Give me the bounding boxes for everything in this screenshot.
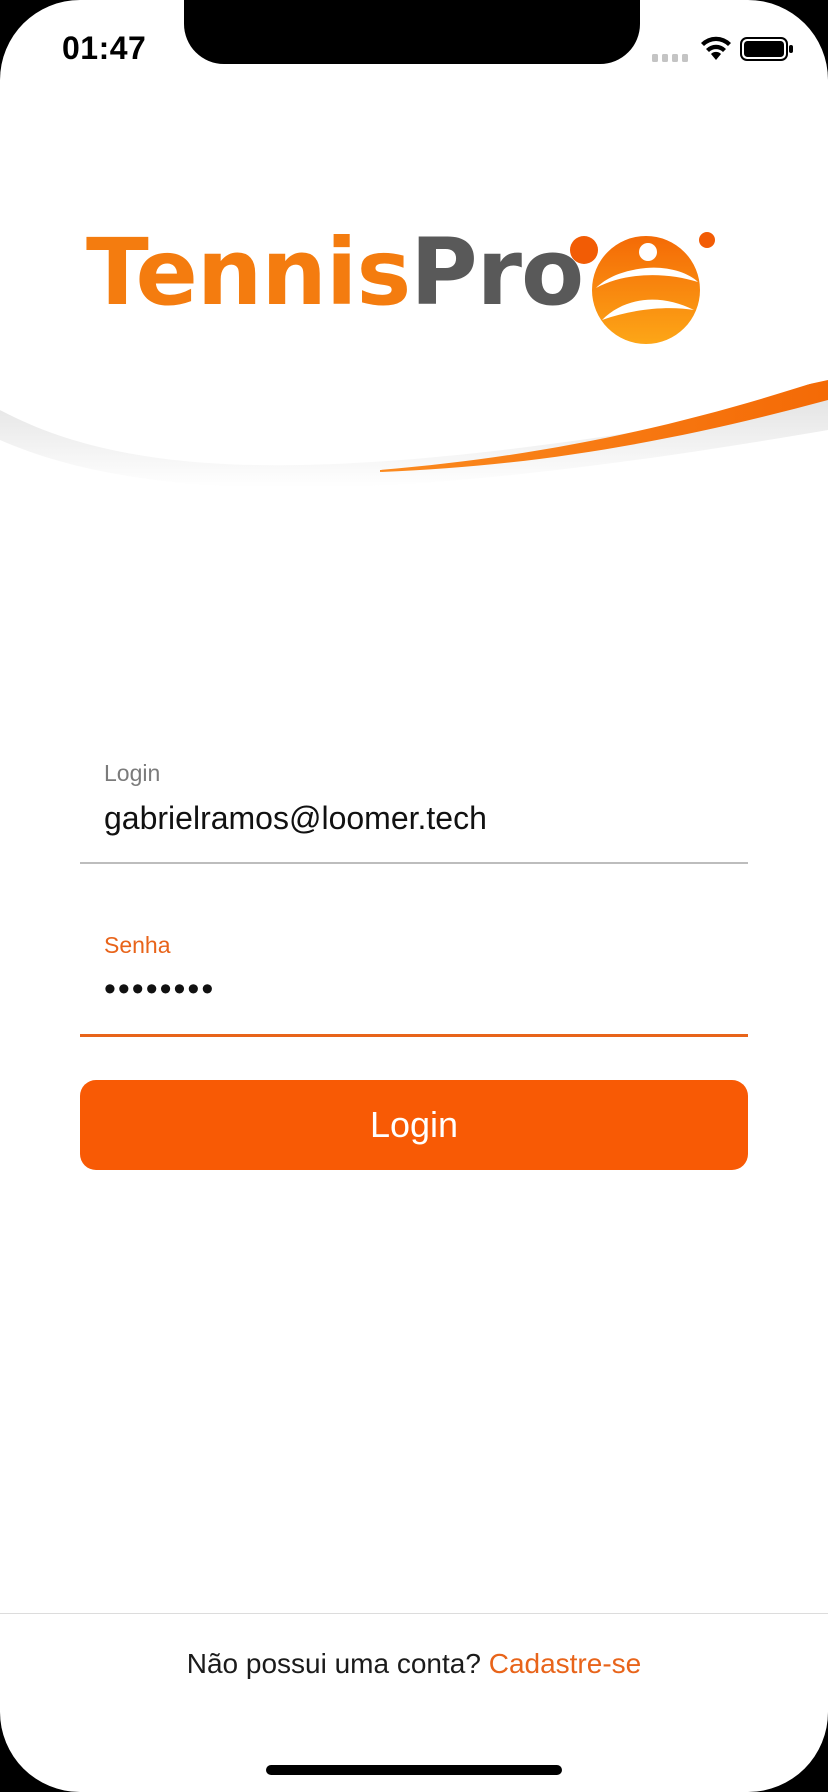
login-screen: 01:47 TennisPro Login gabrielramos@loome… xyxy=(0,0,828,1792)
tennis-player-ball-icon xyxy=(570,232,715,344)
password-input[interactable]: •••••••• xyxy=(104,970,724,1009)
footer-divider xyxy=(0,1613,828,1614)
login-button[interactable]: Login xyxy=(80,1080,748,1170)
signup-prompt-text: Não possui uma conta? xyxy=(186,1648,481,1679)
status-time: 01:47 xyxy=(62,30,147,66)
wifi-icon xyxy=(701,36,731,60)
login-field-label: Login xyxy=(104,760,161,786)
home-indicator[interactable] xyxy=(266,1765,562,1775)
signup-prompt: Não possui uma conta? Cadastre-se xyxy=(0,1648,828,1680)
login-input[interactable]: gabrielramos@loomer.tech xyxy=(104,800,724,837)
signup-link[interactable]: Cadastre-se xyxy=(489,1648,642,1679)
password-field-label: Senha xyxy=(104,932,171,958)
cellular-signal-icon xyxy=(652,54,688,62)
login-field[interactable]: Login gabrielramos@loomer.tech xyxy=(80,750,748,864)
app-logo: TennisPro xyxy=(86,218,584,328)
device-notch xyxy=(184,0,640,64)
battery-icon xyxy=(740,37,793,61)
logo-tennis-text: Tennis xyxy=(86,219,411,326)
password-field[interactable]: Senha •••••••• xyxy=(80,922,748,1037)
logo-pro-text: Pro xyxy=(410,219,584,326)
